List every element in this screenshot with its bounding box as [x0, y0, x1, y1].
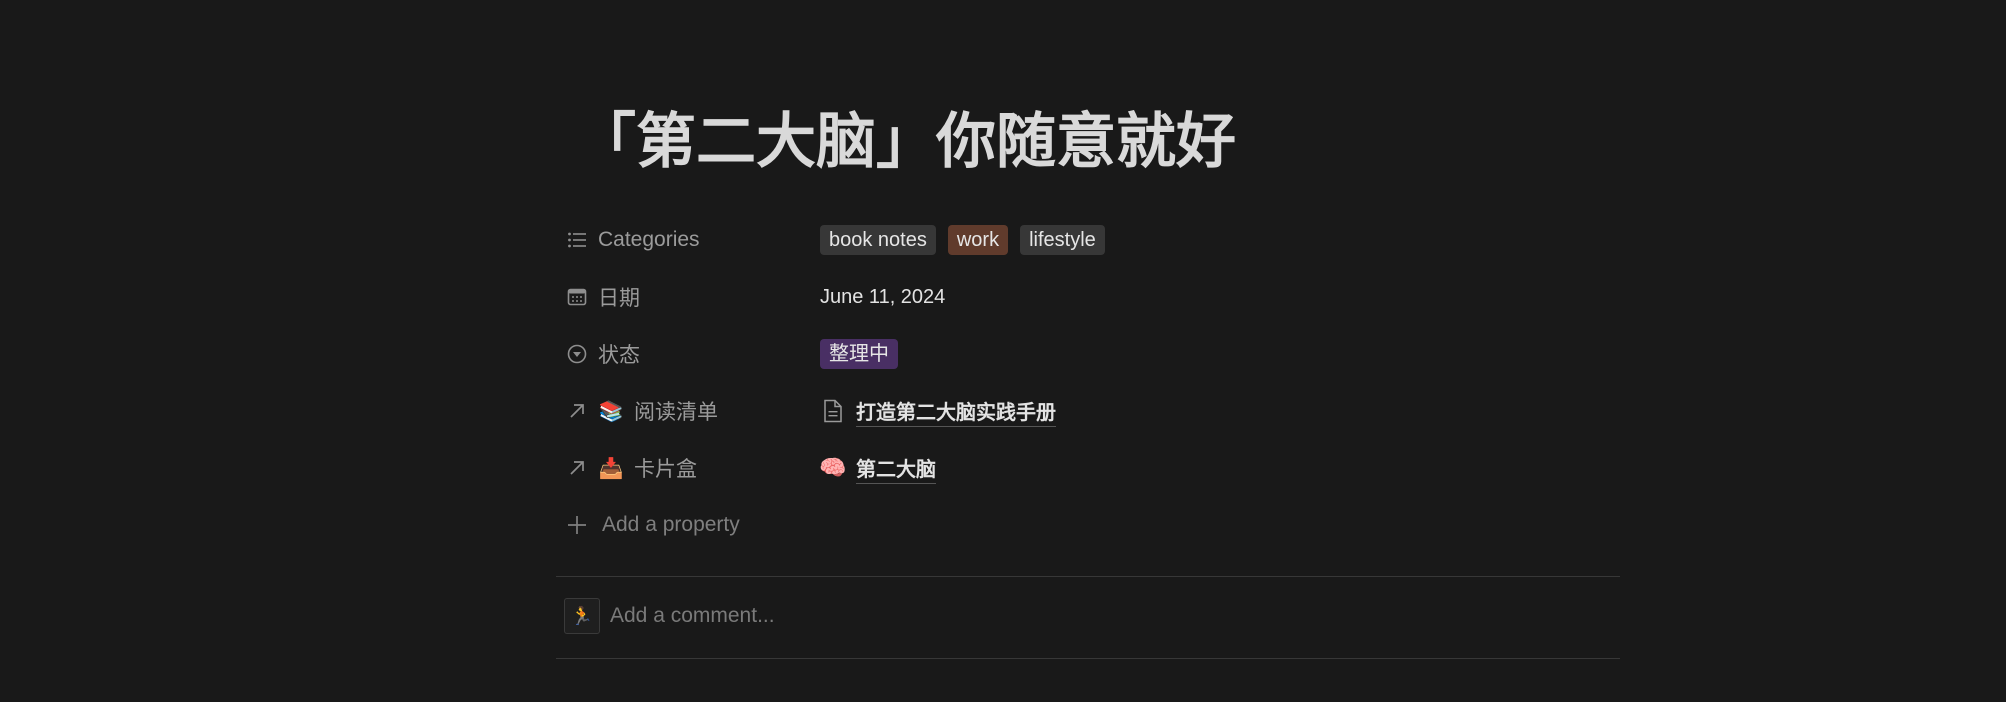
property-value-date[interactable]: June 11, 2024: [820, 275, 945, 319]
tag-work[interactable]: work: [947, 225, 1009, 255]
property-row-status: 状态 整理中: [556, 332, 1620, 389]
property-row-card-box: 📥 卡片盒 🧠 第二大脑: [556, 446, 1620, 503]
list-icon: [566, 229, 588, 251]
property-name-reading-list[interactable]: 📚 阅读清单: [566, 389, 806, 433]
property-label: 状态: [598, 344, 640, 367]
page-container: 「第二大脑」你随意就好 Categories book notes work l…: [556, 0, 1620, 702]
properties-panel: Categories book notes work lifestyle 日期 …: [556, 218, 1620, 560]
property-row-add: Add a property: [556, 503, 1620, 560]
comment-section: 🏃: [556, 594, 1620, 638]
property-value-card-box[interactable]: 🧠 第二大脑: [819, 446, 936, 490]
brain-icon: 🧠: [819, 455, 847, 480]
add-property-label: Add a property: [602, 513, 740, 536]
document-icon: [820, 398, 846, 424]
status-badge[interactable]: 整理中: [820, 339, 898, 369]
avatar: 🏃: [564, 598, 600, 634]
property-row-reading-list: 📚 阅读清单 打造第二大脑实践手册: [556, 389, 1620, 446]
property-value-status[interactable]: 整理中: [820, 332, 910, 376]
property-value-reading-list[interactable]: 打造第二大脑实践手册: [820, 389, 1056, 433]
property-label: 卡片盒: [634, 458, 697, 481]
tag-book-notes[interactable]: book notes: [820, 225, 936, 255]
plus-icon: [566, 514, 588, 536]
relation-link-card-box[interactable]: 🧠 第二大脑: [819, 453, 936, 484]
date-value[interactable]: June 11, 2024: [820, 286, 945, 309]
property-name-card-box[interactable]: 📥 卡片盒: [566, 446, 806, 490]
relation-link-reading-list[interactable]: 打造第二大脑实践手册: [820, 396, 1056, 427]
property-value-categories[interactable]: book notes work lifestyle: [820, 218, 1117, 262]
calendar-icon: [566, 286, 588, 308]
property-name-date[interactable]: 日期: [566, 275, 806, 319]
relation-title: 第二大脑: [856, 453, 936, 484]
books-icon: 📚: [598, 400, 624, 423]
tag-lifestyle[interactable]: lifestyle: [1020, 225, 1105, 255]
property-name-categories[interactable]: Categories: [566, 218, 806, 262]
divider-bottom: [556, 658, 1620, 659]
divider-top: [556, 576, 1620, 577]
status-icon: [566, 343, 588, 365]
property-row-categories: Categories book notes work lifestyle: [556, 218, 1620, 275]
relation-title: 打造第二大脑实践手册: [856, 396, 1056, 427]
arrow-up-right-icon: [566, 400, 588, 422]
property-label: Categories: [598, 228, 700, 251]
property-label: 阅读清单: [634, 401, 718, 424]
arrow-up-right-icon: [566, 457, 588, 479]
property-name-status[interactable]: 状态: [566, 332, 806, 376]
add-property-button[interactable]: Add a property: [566, 503, 806, 547]
property-label: 日期: [598, 287, 640, 310]
comment-input[interactable]: [610, 598, 1590, 634]
inbox-tray-icon: 📥: [598, 457, 624, 480]
property-row-date: 日期 June 11, 2024: [556, 275, 1620, 332]
page-title[interactable]: 「第二大脑」你随意就好: [576, 112, 1236, 172]
